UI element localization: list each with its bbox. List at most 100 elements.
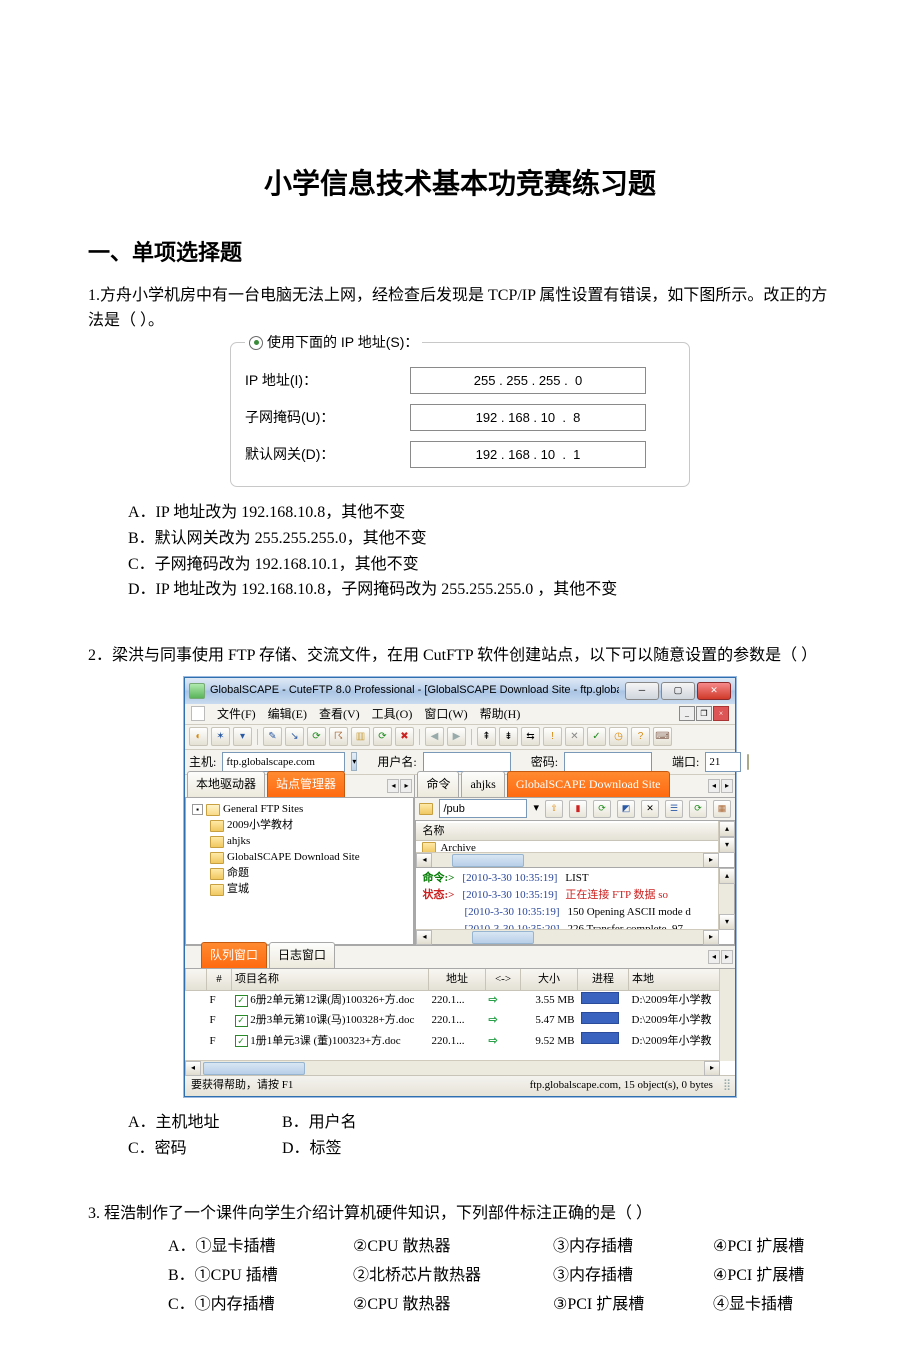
- tree-n1[interactable]: 2009小学教材: [227, 817, 293, 834]
- q-scroll-left-icon[interactable]: ◂: [185, 1061, 201, 1076]
- log-scroll-left-icon[interactable]: ◂: [416, 930, 432, 945]
- q-scroll-right-icon[interactable]: ▸: [704, 1061, 720, 1076]
- tb-del-icon[interactable]: ✕: [565, 727, 584, 746]
- minimize-button[interactable]: ─: [625, 682, 659, 700]
- mdi-close-button[interactable]: ×: [713, 706, 729, 721]
- hscroll-track[interactable]: [432, 853, 703, 867]
- resize-grip-icon[interactable]: ⣿: [723, 1077, 729, 1094]
- path-dropdown-icon[interactable]: ▾: [533, 800, 539, 817]
- rt-grp-icon[interactable]: ▦: [713, 800, 731, 818]
- tb-check-icon[interactable]: ✓: [587, 727, 606, 746]
- queue-vscroll[interactable]: [719, 969, 735, 1061]
- tb-wizard-icon[interactable]: ✶: [211, 727, 230, 746]
- tb-fwd-icon[interactable]: ▶: [447, 727, 466, 746]
- tb-connect-icon[interactable]: ✎: [263, 727, 282, 746]
- mdi-min-button[interactable]: _: [679, 706, 695, 721]
- key-icon[interactable]: [747, 754, 749, 770]
- mask-input[interactable]: [410, 404, 646, 431]
- rtab-right-icon[interactable]: ▸: [721, 779, 733, 793]
- q-thumb[interactable]: [203, 1062, 305, 1075]
- qtab-left-icon[interactable]: ◂: [708, 950, 720, 964]
- qh-prog[interactable]: 进程: [578, 969, 629, 991]
- log-scroll-up-icon[interactable]: ▴: [719, 868, 735, 884]
- ltab-right-icon[interactable]: ▸: [400, 779, 412, 793]
- tb-folder-icon[interactable]: ▥: [351, 727, 370, 746]
- queue-grid[interactable]: # 项目名称 地址 <-> 大小 进程 本地 F✓ 6册2单元第12课(周)10…: [185, 969, 735, 1075]
- host-dropdown-icon[interactable]: ▾: [351, 752, 357, 771]
- toolbar[interactable]: ◐ ✶ ▾ ✎ ↘ ⟳ ☈ ▥ ⟳ ✖ ◀ ▶ ⇞ ⇟ ⇆ ! ✕ ✓: [185, 725, 735, 750]
- menu-tool[interactable]: 工具(O): [372, 705, 413, 724]
- tree-toggle-icon[interactable]: ▪: [192, 804, 203, 815]
- ltab-left-icon[interactable]: ◂: [387, 779, 399, 793]
- scroll-left-icon[interactable]: ◂: [416, 853, 432, 868]
- rt-stop-icon[interactable]: ▮: [569, 800, 587, 818]
- tb-refresh-icon[interactable]: ⟳: [307, 727, 326, 746]
- tb-kb-icon[interactable]: ⌨: [653, 727, 672, 746]
- q-hscroll[interactable]: [201, 1061, 704, 1075]
- rt-del-icon[interactable]: ✕: [641, 800, 659, 818]
- tcpip-radio-row[interactable]: 使用下面的 IP 地址(S)：: [245, 332, 422, 354]
- tb-stop-icon[interactable]: ✖: [395, 727, 414, 746]
- tree-n5[interactable]: 宣城: [227, 881, 249, 898]
- use-ip-radio[interactable]: [249, 336, 263, 350]
- pass-input[interactable]: [564, 752, 652, 772]
- r0-name[interactable]: 6册2单元第12课(周)100326+方.doc: [250, 994, 414, 1006]
- log-thumb[interactable]: [472, 931, 534, 944]
- menubar[interactable]: 文件(F) 编辑(E) 查看(V) 工具(O) 窗口(W) 帮助(H) _ ❐ …: [185, 704, 735, 725]
- titlebar[interactable]: GlobalSCAPE - CuteFTP 8.0 Professional -…: [185, 678, 735, 704]
- ip-input[interactable]: [410, 367, 646, 394]
- tab-log[interactable]: 日志窗口: [269, 942, 335, 968]
- tb-exc-icon[interactable]: !: [543, 727, 562, 746]
- tb-up-icon[interactable]: ⇞: [477, 727, 496, 746]
- tb-back-icon[interactable]: ◀: [425, 727, 444, 746]
- tab-site-manager[interactable]: 站点管理器: [267, 771, 345, 797]
- log-pane[interactable]: 命令:>[2010-3-30 10:35:19]LIST 状态:>[2010-3…: [415, 867, 735, 945]
- tab-gsd[interactable]: GlobalSCAPE Download Site: [507, 771, 670, 797]
- tb-qconnect-icon[interactable]: ↘: [285, 727, 304, 746]
- left-tabs[interactable]: 本地驱动器 站点管理器 ◂▸: [185, 775, 414, 798]
- remote-list[interactable]: 名称 Archive csb ▴▾ ◂▸: [415, 820, 735, 868]
- tree-n3[interactable]: GlobalSCAPE Download Site: [227, 849, 360, 866]
- rt-q-icon[interactable]: ◩: [617, 800, 635, 818]
- tab-local-drive[interactable]: 本地驱动器: [187, 771, 265, 797]
- tb-save-icon[interactable]: ▾: [233, 727, 252, 746]
- tb-down-icon[interactable]: ⇟: [499, 727, 518, 746]
- qh-size[interactable]: 大小: [521, 969, 578, 991]
- menu-view[interactable]: 查看(V): [319, 705, 360, 724]
- r2-name[interactable]: 1册1单元3课 (董)100323+方.doc: [250, 1035, 400, 1047]
- log-scroll-down-icon[interactable]: ▾: [719, 914, 735, 930]
- tab-ahjks[interactable]: ahjks: [461, 771, 504, 797]
- tree-n4[interactable]: 命题: [227, 865, 249, 882]
- menu-window[interactable]: 窗口(W): [424, 705, 467, 724]
- r1-name[interactable]: 2册3单元第10课(马)100328+方.doc: [250, 1014, 414, 1026]
- qh-num[interactable]: #: [207, 969, 232, 991]
- queue-tabs[interactable]: 队列窗口 日志窗口 ◂▸: [185, 946, 735, 969]
- qh-blank[interactable]: [186, 969, 207, 991]
- rt-sync-icon[interactable]: ⟳: [689, 800, 707, 818]
- tb-reconnect-icon[interactable]: ☈: [329, 727, 348, 746]
- remote-path-input[interactable]: [439, 799, 527, 818]
- tb-clock-icon[interactable]: ◷: [609, 727, 628, 746]
- tree-n2[interactable]: ahjks: [227, 833, 250, 850]
- qh-addr[interactable]: 地址: [429, 969, 486, 991]
- remote-toolbar[interactable]: ▾ ⇧ ▮ ⟳ ◩ ✕ ☰ ⟳ ▦: [415, 798, 735, 821]
- rt-list-icon[interactable]: ☰: [665, 800, 683, 818]
- close-button[interactable]: ✕: [697, 682, 731, 700]
- user-input[interactable]: [423, 752, 511, 772]
- rt-refresh-icon[interactable]: ⟳: [593, 800, 611, 818]
- scroll-down-icon[interactable]: ▾: [719, 837, 735, 853]
- log-scroll-right-icon[interactable]: ▸: [703, 930, 719, 945]
- tree-root[interactable]: General FTP Sites: [223, 801, 303, 818]
- tab-queue[interactable]: 队列窗口: [201, 942, 267, 968]
- tab-command[interactable]: 命令: [417, 771, 459, 797]
- tb-new-icon[interactable]: ◐: [189, 727, 208, 746]
- port-input[interactable]: [705, 752, 741, 772]
- mdi-restore-button[interactable]: ❐: [696, 706, 712, 721]
- col-name[interactable]: 名称: [422, 823, 444, 840]
- maximize-button[interactable]: ▢: [661, 682, 695, 700]
- menu-file[interactable]: 文件(F): [217, 705, 256, 724]
- scroll-up-icon[interactable]: ▴: [719, 821, 735, 837]
- qtab-right-icon[interactable]: ▸: [721, 950, 733, 964]
- hscroll-thumb[interactable]: [452, 854, 524, 867]
- tb-go-icon[interactable]: ⟳: [373, 727, 392, 746]
